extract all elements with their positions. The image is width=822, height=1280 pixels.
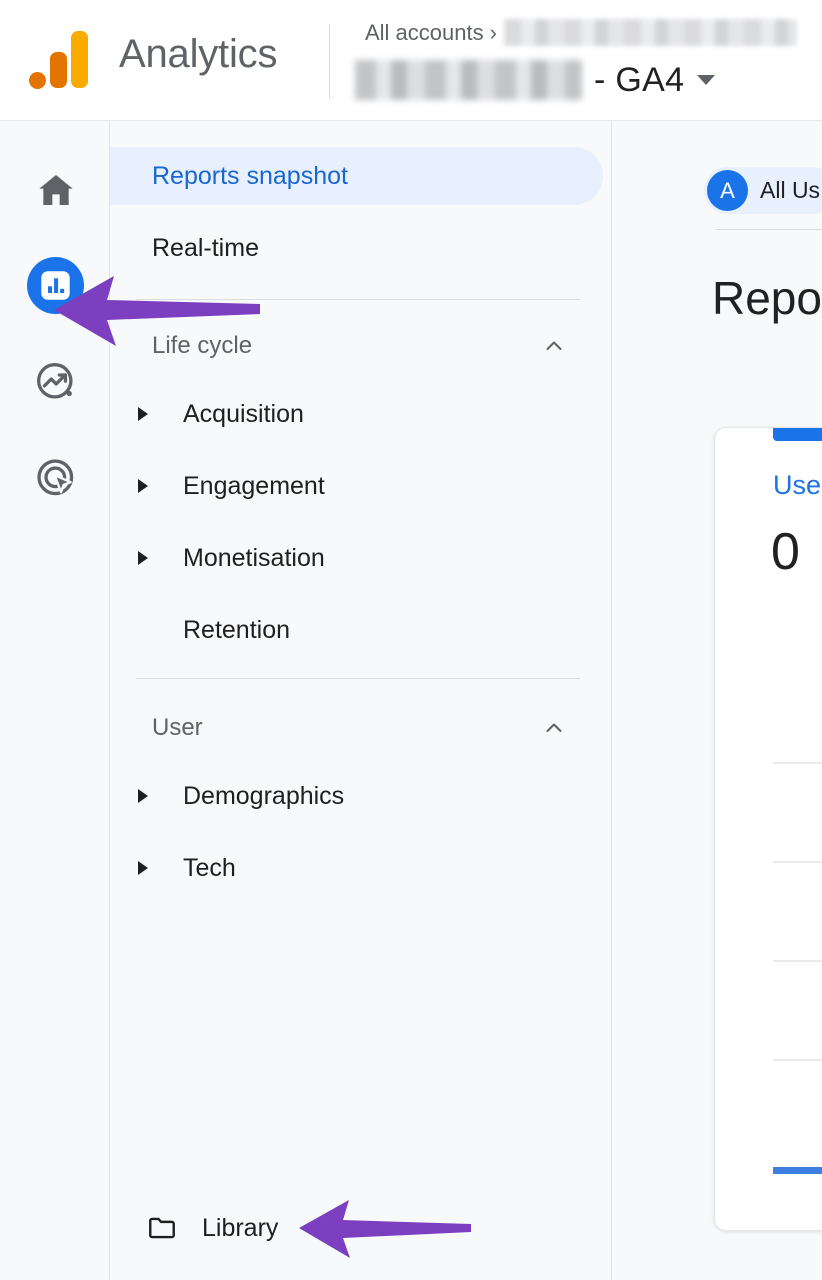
expand-triangle-icon[interactable]: [138, 407, 148, 421]
sidebar-item-reports-snapshot[interactable]: Reports snapshot: [110, 147, 603, 205]
breadcrumb-account-row[interactable]: All accounts ›: [365, 19, 797, 46]
toolbar-divider: [716, 229, 822, 230]
segment-chip-all-users[interactable]: A All Us: [704, 167, 822, 214]
logo-bar-mid: [50, 52, 67, 88]
chart-gridline: [773, 960, 822, 962]
chart-gridline: [773, 1059, 822, 1061]
sidebar-item-label: Acquisition: [183, 399, 304, 428]
card-metric-value: 0: [771, 523, 800, 581]
sidebar-item-label: Reports snapshot: [152, 161, 348, 190]
card-tab-indicator[interactable]: [773, 428, 822, 441]
card-metric-label: Users: [773, 470, 822, 500]
breadcrumb[interactable]: All accounts › - GA4: [355, 12, 822, 112]
breadcrumb-property-name-redacted: [355, 60, 582, 100]
segment-chip-label: All Us: [760, 177, 821, 203]
sidebar-item-label: Monetisation: [183, 543, 325, 572]
explore-trend-icon: [36, 362, 73, 399]
sidebar-item-tech[interactable]: Tech: [110, 840, 603, 896]
sidebar-item-acquisition[interactable]: Acquisition: [110, 386, 603, 442]
logo-bar-tall: [71, 31, 88, 88]
expand-triangle-icon[interactable]: [138, 551, 148, 565]
breadcrumb-property-suffix: - GA4: [594, 60, 685, 99]
logo-dot: [29, 72, 46, 89]
chevron-up-icon[interactable]: [542, 334, 566, 358]
rail-item-explore[interactable]: [27, 353, 84, 410]
rail-item-advertising[interactable]: [27, 449, 84, 506]
breadcrumb-property-row[interactable]: - GA4: [355, 60, 716, 100]
breadcrumb-chevron-icon: ›: [489, 19, 497, 45]
advertising-target-icon: [36, 458, 73, 495]
expand-triangle-icon[interactable]: [138, 479, 148, 493]
chart-series-line-users: [773, 1167, 822, 1174]
chart-gridline: [773, 861, 822, 863]
page-title: Repor: [712, 272, 822, 324]
google-analytics-screen: Analytics All accounts › - GA4 Reports s…: [0, 0, 822, 1280]
analytics-logo-icon[interactable]: [28, 30, 90, 92]
chevron-up-icon[interactable]: [542, 716, 566, 740]
sidebar-item-label: Tech: [183, 853, 236, 882]
header-divider: [329, 24, 330, 99]
sidebar-section-label: User: [152, 714, 203, 741]
main-content: A All Us Repor Users 0: [612, 121, 822, 1280]
metric-card-users[interactable]: Users 0: [714, 427, 822, 1231]
chevron-down-icon[interactable]: [697, 75, 716, 85]
expand-triangle-icon[interactable]: [138, 789, 148, 803]
brand-name: Analytics: [119, 32, 278, 76]
folder-icon: [146, 1212, 178, 1244]
library-label: Library: [202, 1213, 279, 1242]
sidebar-item-monetisation[interactable]: Monetisation: [110, 530, 603, 586]
sidebar-item-label: Real-time: [152, 233, 259, 262]
sidebar-section-user[interactable]: User: [110, 703, 580, 753]
avatar: A: [707, 170, 748, 211]
arrow-to-library: [299, 1200, 471, 1258]
sidebar-item-engagement[interactable]: Engagement: [110, 458, 603, 514]
arrow-to-reports-icon: [54, 276, 260, 346]
breadcrumb-all-accounts[interactable]: All accounts: [365, 20, 484, 46]
sidebar-item-demographics[interactable]: Demographics: [110, 768, 603, 824]
expand-triangle-icon[interactable]: [138, 861, 148, 875]
breadcrumb-account-name-redacted: [503, 19, 797, 46]
sidebar-item-label: Retention: [183, 615, 291, 644]
chart-gridline: [773, 762, 822, 764]
sidebar-item-retention[interactable]: Retention: [110, 602, 603, 658]
sidebar-item-label: Demographics: [183, 781, 345, 810]
sidebar-item-label: Engagement: [183, 471, 325, 500]
sidebar-divider: [136, 678, 580, 679]
rail-item-home[interactable]: [27, 161, 84, 218]
app-header: Analytics All accounts › - GA4: [0, 0, 822, 121]
home-icon: [38, 174, 73, 205]
